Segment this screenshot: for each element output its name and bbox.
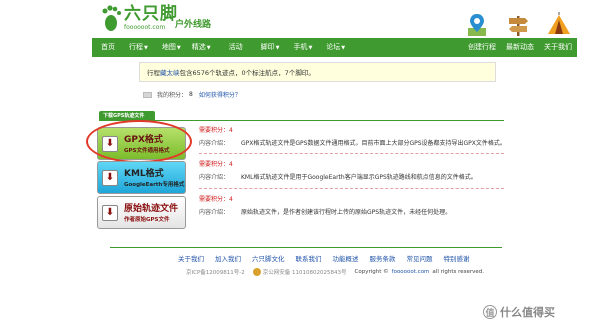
kml-title: KML格式 xyxy=(124,169,164,179)
info-prefix: 行程 xyxy=(147,69,160,77)
detail-divider xyxy=(199,188,504,189)
download-kml-button[interactable]: ⬇ KML格式 GoogleEarth专用格式 xyxy=(97,161,186,194)
footer-link-faq[interactable]: 常见问题 xyxy=(407,253,433,263)
nav-latest-activity[interactable]: 最新动态 xyxy=(501,38,539,57)
kml-required-points: 需要积分：4 xyxy=(199,161,233,168)
kml-content: KML格式轨迹文件是用于GoogleEarth客户端显示GPS轨迹路线和航点信息… xyxy=(241,174,477,181)
trip-name-link[interactable]: 藏太峡 xyxy=(160,69,180,77)
info-suffix: 包含6576个轨迹点，0个标注航点，7个脚印。 xyxy=(179,69,315,77)
gpx-detail: 需要积分：4 内容介绍： GPX格式轨迹文件是GPS数据文件通用格式，目前市面上大… xyxy=(199,125,506,147)
footer-link-thanks[interactable]: 特别感谢 xyxy=(444,253,470,263)
footer-divider xyxy=(110,247,502,248)
logo-domain: foooooot.com xyxy=(124,24,166,31)
kml-content-label: 内容介绍： xyxy=(199,174,230,181)
nav-featured[interactable]: 精选▼ xyxy=(181,38,211,58)
footer-link-join[interactable]: 加入我们 xyxy=(215,253,241,263)
detail-divider xyxy=(199,153,504,154)
nav-home-label: 首页 xyxy=(101,43,115,51)
logo-subtitle: 户外线路 xyxy=(175,20,212,30)
points-label: 我的积分： xyxy=(157,92,188,99)
footer-links: 关于我们 加入我们 六只脚文化 联系我们 功能概述 服务条款 常见问题 特别感谢 xyxy=(178,253,481,263)
nav-map-label: 地图 xyxy=(161,42,176,51)
copyright-suffix: all rights reserved. xyxy=(432,269,485,275)
icp-number[interactable]: 京ICP备12009811号-2 xyxy=(186,268,245,276)
nav-mobile[interactable]: 手机▼ xyxy=(279,38,312,58)
raw-title: 原始轨迹文件 xyxy=(124,204,179,214)
nav-create-trip[interactable]: 创建行程 xyxy=(463,38,501,57)
tent-icon xyxy=(548,12,570,34)
gpx-required-points: 需要积分：4 xyxy=(199,127,233,134)
copyright-domain[interactable]: foooooot.com xyxy=(392,269,430,275)
site-header: 六只脚 foooooot.com 户外线路 xyxy=(0,0,600,38)
highlight-circle xyxy=(86,120,192,163)
nav-footprints-label: 脚印 xyxy=(260,42,275,51)
arrow-glyph: ⬇ xyxy=(105,172,115,183)
map-pin-icon xyxy=(468,14,486,36)
nav-about-us[interactable]: 关于我们 xyxy=(539,38,577,57)
main-nav: 首页 行程▼ 地图▼ 精选▼ 活动 脚印▼ 手机▼ 论坛▼ 创建行程 最新动态 … xyxy=(92,38,577,57)
footprint-logo-icon xyxy=(102,5,121,31)
nav-home[interactable]: 首页 xyxy=(92,38,115,57)
download-raw-button[interactable]: ⬇ 原始轨迹文件 作者原始GPS文件 xyxy=(97,196,186,229)
signpost-icon xyxy=(509,16,528,36)
download-arrow-icon: ⬇ xyxy=(102,205,118,221)
police-badge-icon xyxy=(252,268,261,276)
nav-trips[interactable]: 行程▼ xyxy=(115,38,148,58)
gpx-content: GPX格式轨迹文件是GPS数据文件通用格式，目前市面上大部分GPS设备都支持导出… xyxy=(241,140,506,147)
points-value: 8 xyxy=(189,91,193,98)
nav-trips-label: 行程 xyxy=(129,42,143,51)
footer-link-features[interactable]: 功能概述 xyxy=(333,253,359,263)
trip-info-box: 行程藏太峡包含6576个轨迹点，0个标注航点，7个脚印。 xyxy=(139,62,496,82)
footer-link-terms[interactable]: 服务条款 xyxy=(370,253,396,263)
logo-title: 六只脚 xyxy=(124,4,178,24)
points-icon xyxy=(143,91,152,98)
raw-required-points: 需要积分：4 xyxy=(199,196,233,203)
nav-right: 创建行程 最新动态 关于我们 xyxy=(463,38,577,57)
site-logo[interactable]: 六只脚 foooooot.com xyxy=(100,4,178,32)
copyright-prefix: Copyright © xyxy=(354,269,389,275)
footer-link-about[interactable]: 关于我们 xyxy=(178,253,204,263)
nav-forum[interactable]: 论坛▼ xyxy=(312,38,345,58)
footer-link-contact[interactable]: 联系我们 xyxy=(296,253,322,263)
police-number[interactable]: 京公网安备 11010802025843号 xyxy=(263,268,347,276)
watermark-text: 什么值得买 xyxy=(500,306,555,319)
gpx-content-label: 内容介绍： xyxy=(199,140,230,147)
nav-footprints[interactable]: 脚印▼ xyxy=(243,38,280,58)
raw-content: 原始轨迹文件，是作者创建该行程时上传的原始GPS轨迹文件，未经任何处理。 xyxy=(241,209,452,216)
nav-forum-label: 论坛 xyxy=(326,42,341,51)
raw-desc: 作者原始GPS文件 xyxy=(124,217,170,223)
footer-link-culture[interactable]: 六只脚文化 xyxy=(252,253,285,263)
nav-events-label: 活动 xyxy=(228,43,243,51)
raw-detail: 需要积分：4 内容介绍： 原始轨迹文件，是作者创建该行程时上传的原始GPS轨迹文件… xyxy=(199,194,451,216)
points-line: 我的积分： 8 如何获得积分？ xyxy=(143,90,241,99)
arrow-glyph: ⬇ xyxy=(105,207,115,218)
watermark-logo-icon: 值 xyxy=(483,305,497,319)
kml-detail: 需要积分：4 内容介绍： KML格式轨迹文件是用于GoogleEarth客户端显示… xyxy=(199,159,477,181)
footer-copyright: 京ICP备12009811号-2 京公网安备 11010802025843号 C… xyxy=(186,268,484,276)
chevron-down-icon: ▼ xyxy=(341,44,346,51)
kml-desc: GoogleEarth专用格式 xyxy=(124,182,185,188)
how-to-get-points-link[interactable]: 如何获得积分？ xyxy=(199,90,241,99)
logo-text: 六只脚 foooooot.com xyxy=(124,4,178,32)
raw-content-label: 内容介绍： xyxy=(199,209,230,216)
nav-events[interactable]: 活动 xyxy=(211,38,243,57)
nav-featured-label: 精选 xyxy=(191,42,206,51)
nav-map[interactable]: 地图▼ xyxy=(148,38,181,58)
download-arrow-icon: ⬇ xyxy=(102,170,118,186)
nav-mobile-label: 手机 xyxy=(293,42,308,51)
watermark: 值 什么值得买 xyxy=(483,304,555,320)
